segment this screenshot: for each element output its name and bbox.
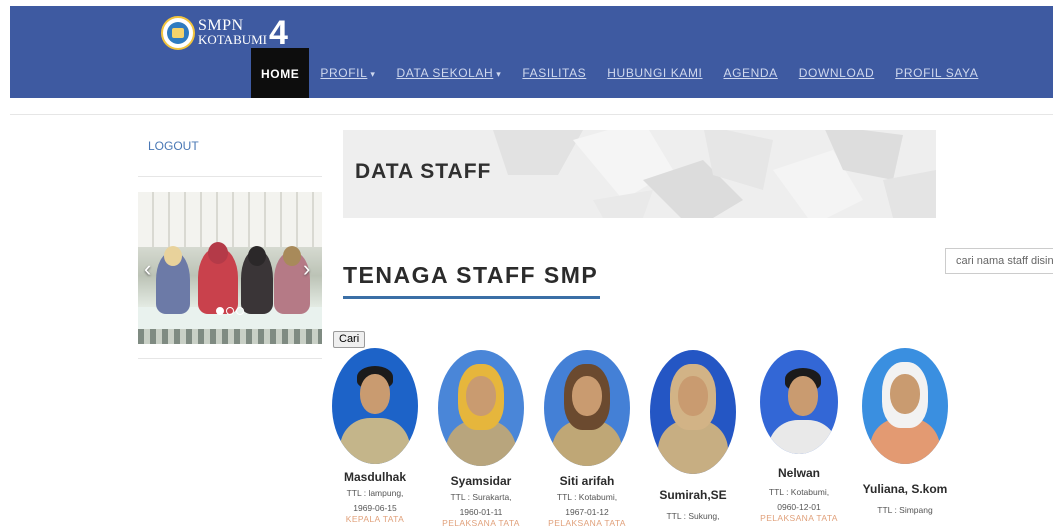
staff-name: Nelwan <box>777 466 820 480</box>
staff-role: KEPALA TATA <box>345 514 405 524</box>
staff-ttl: TTL : Surakarta, <box>450 492 512 502</box>
nav-fasilitas[interactable]: FASILITAS <box>522 66 586 80</box>
staff-ttl: TTL : Kotabumi, <box>556 492 618 502</box>
staff-card[interactable]: Syamsidar TTL : Surakarta, 1960-01-11 PE… <box>426 350 536 529</box>
nav-profil[interactable]: PROFIL ▾ <box>320 66 375 80</box>
main-nav: HOME PROFIL ▾ DATA SEKOLAH ▾ FASILITAS HUB… <box>251 48 999 98</box>
staff-name: Siti arifah <box>559 474 615 488</box>
staff-card[interactable]: Sumirah,SE TTL : Sukung, <box>638 350 748 522</box>
section-title: TENAGA STAFF SMP <box>343 262 599 288</box>
nav-agenda[interactable]: AGENDA <box>724 66 778 80</box>
staff-search-input[interactable] <box>945 248 1053 274</box>
staff-name: Syamsidar <box>450 474 512 488</box>
photo-carousel[interactable]: ‹ › <box>138 192 322 344</box>
divider <box>10 114 1053 115</box>
staff-card[interactable]: Yuliana, S.kom TTL : Simpang <box>850 348 960 516</box>
divider <box>138 358 322 359</box>
staff-card[interactable]: Siti arifah TTL : Kotabumi, 1967-01-12 P… <box>532 350 642 529</box>
staff-ttl: 1960-01-11 <box>459 507 503 517</box>
page-title: DATA STAFF <box>355 160 492 183</box>
chevron-left-icon[interactable]: ‹ <box>144 256 151 282</box>
staff-ttl: TTL : Kotabumi, <box>768 487 830 497</box>
chevron-right-icon[interactable]: › <box>303 256 310 282</box>
staff-photo <box>650 350 736 474</box>
staff-photo <box>438 350 524 466</box>
staff-ttl: 0960-12-01 <box>777 502 821 512</box>
staff-name: Masdulhak <box>343 470 406 484</box>
nav-hubungi-kami[interactable]: HUBUNGI KAMI <box>607 66 702 80</box>
carousel-dot[interactable] <box>216 307 224 315</box>
staff-ttl: 1969-06-15 <box>353 503 397 513</box>
caret-down-icon: ▾ <box>370 69 376 79</box>
logo-number: 4 <box>269 14 288 52</box>
carousel-dot[interactable] <box>236 307 244 315</box>
page-banner: DATA STAFF <box>343 130 936 218</box>
caret-down-icon: ▾ <box>496 69 502 79</box>
nav-download[interactable]: DOWNLOAD <box>799 66 874 80</box>
staff-photo <box>760 350 838 454</box>
title-underline <box>343 296 600 299</box>
staff-photo <box>332 348 418 464</box>
logout-link[interactable]: LOGOUT <box>148 139 199 153</box>
staff-ttl: TTL : Simpang <box>877 505 933 515</box>
nav-profil-saya[interactable]: PROFIL SAYA <box>895 66 978 80</box>
nav-home[interactable]: HOME <box>251 48 310 98</box>
staff-role: PELAKSANA TATA <box>760 513 838 523</box>
staff-role: PELAKSANA TATA <box>548 518 626 528</box>
staff-card[interactable]: Masdulhak TTL : lampung, 1969-06-15 KEPA… <box>320 348 430 525</box>
carousel-indicators <box>216 307 246 315</box>
logo-line-1: SMPN <box>198 17 244 34</box>
staff-photo <box>862 348 948 464</box>
search-button[interactable]: Cari <box>333 331 366 348</box>
divider <box>138 176 322 177</box>
staff-name: Sumirah,SE <box>659 488 727 502</box>
logo-line-2: KOTABUMI <box>198 32 268 47</box>
staff-ttl: TTL : lampung, <box>346 488 404 498</box>
staff-role: PELAKSANA TATA <box>442 518 520 528</box>
school-emblem-icon <box>161 16 195 50</box>
staff-card[interactable]: Nelwan TTL : Kotabumi, 0960-12-01 PELAKS… <box>744 350 854 524</box>
staff-ttl: 1967-01-12 <box>565 507 609 517</box>
carousel-dot[interactable] <box>226 307 234 315</box>
school-logo[interactable]: SMPN KOTABUMI 4 <box>161 16 288 50</box>
staff-photo <box>544 350 630 466</box>
nav-data-sekolah[interactable]: DATA SEKOLAH ▾ <box>396 66 501 80</box>
staff-name: Yuliana, S.kom <box>862 482 948 496</box>
staff-ttl: TTL : Sukung, <box>666 511 720 521</box>
